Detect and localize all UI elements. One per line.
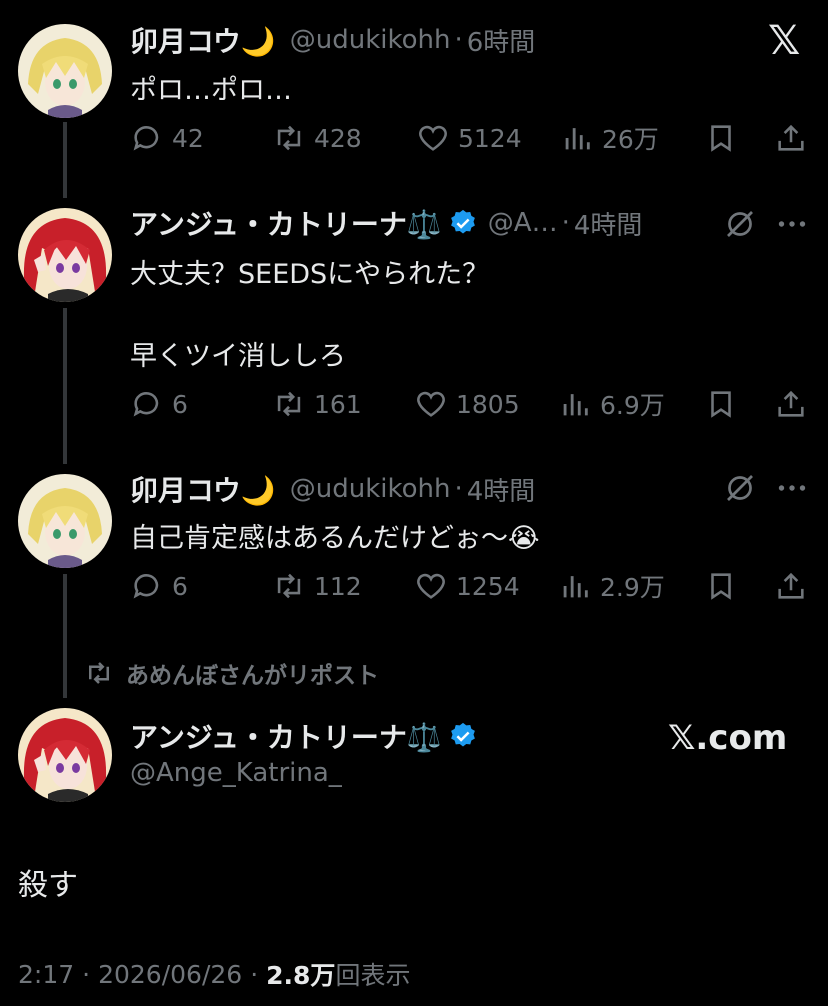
verified-badge-icon (450, 722, 475, 747)
views-button[interactable]: 26万 (560, 118, 659, 158)
timestamp[interactable]: 4時間 (574, 205, 643, 242)
verified-badge-icon (450, 209, 475, 234)
display-name[interactable]: 卯月コウ🌙 (130, 20, 276, 60)
tweet-header: 卯月コウ🌙 @udukikohh · 4時間 (130, 470, 535, 508)
action-bar: 6 161 1805 6.9万 (130, 384, 810, 424)
share-button[interactable] (774, 118, 816, 158)
like-count: 1805 (456, 389, 520, 419)
like-button[interactable]: 1254 (414, 566, 520, 606)
tweet-time[interactable]: 2:17 (18, 960, 74, 989)
tweet-text: 早くツイ消ししろ (130, 341, 346, 372)
repost-button[interactable]: 428 (272, 118, 362, 158)
views-icon (565, 128, 590, 150)
repost-notice-text: あめんぼさんがリポスト (126, 663, 379, 689)
x-logo[interactable]: 𝕏 (768, 18, 800, 64)
tweet-meta: 2:17 · 2026/06/26 · 2.8万 回表示 (18, 956, 410, 992)
separator: · (454, 25, 463, 55)
bookmark-button[interactable] (704, 566, 746, 606)
avatar[interactable] (18, 208, 112, 302)
main-tweet-text: 殺す (18, 868, 78, 903)
tweet-header: アンジュ・カトリーナ⚖️ @A… · 4時間 (130, 204, 642, 242)
like-icon (417, 391, 445, 417)
reply-count: 6 (172, 389, 188, 419)
reply-button[interactable]: 42 (130, 118, 204, 158)
share-button[interactable] (774, 566, 816, 606)
action-bar: 42 428 5124 26万 (130, 118, 810, 158)
display-name[interactable]: 卯月コウ🌙 (130, 469, 276, 509)
handle[interactable]: @udukikohh (290, 25, 451, 55)
like-icon (417, 573, 445, 599)
grok-icon[interactable] (722, 206, 758, 242)
handle[interactable]: @Ange_Katrina_ (130, 758, 342, 788)
view-count: 26万 (602, 125, 659, 154)
repost-icon (277, 125, 301, 151)
like-count: 1254 (456, 571, 520, 601)
share-icon (778, 124, 804, 151)
repost-button[interactable]: 112 (272, 566, 362, 606)
thread-line (63, 574, 67, 698)
like-button[interactable]: 1805 (414, 384, 520, 424)
reply-icon (133, 126, 159, 151)
thread-line (63, 122, 67, 198)
bookmark-icon (711, 391, 731, 418)
repost-icon (89, 662, 109, 684)
repost-notice[interactable]: あめんぼさんがリポスト (84, 656, 379, 690)
bookmark-icon (711, 125, 731, 152)
action-bar: 6 112 1254 2.9万 (130, 566, 810, 606)
reply-button[interactable]: 6 (130, 566, 188, 606)
repost-icon (277, 391, 301, 417)
separator: · (561, 208, 570, 238)
avatar[interactable] (18, 24, 112, 118)
separator: · (82, 959, 91, 989)
bookmark-button[interactable] (704, 118, 746, 158)
share-icon (778, 390, 804, 417)
avatar[interactable] (18, 474, 112, 568)
tweet-text: 自己肯定感はあるんだけどぉ〜😭 (130, 523, 540, 554)
handle[interactable]: @udukikohh (290, 474, 451, 504)
views-button[interactable]: 2.9万 (558, 566, 665, 606)
views-icon (563, 394, 588, 416)
like-count: 5124 (458, 123, 522, 153)
reply-icon (133, 392, 159, 417)
timestamp[interactable]: 6時間 (467, 22, 536, 59)
views-count: 2.8万 (266, 961, 336, 990)
bookmark-icon (711, 573, 731, 600)
timestamp[interactable]: 4時間 (467, 471, 536, 508)
views-button[interactable]: 6.9万 (558, 384, 665, 424)
main-tweet-header: アンジュ・カトリーナ⚖️ (130, 716, 478, 756)
reply-count: 6 (172, 571, 188, 601)
views-icon (563, 576, 588, 598)
handle[interactable]: @A… (488, 208, 558, 238)
repost-count: 112 (314, 571, 362, 601)
grok-icon[interactable] (722, 470, 758, 506)
tweet-text: 大丈夫？SEEDSにやられた？ (130, 259, 490, 290)
repost-count: 428 (314, 123, 362, 153)
display-name[interactable]: アンジュ・カトリーナ⚖️ (130, 716, 442, 756)
reply-button[interactable]: 6 (130, 384, 188, 424)
x-watermark: 𝕏.com (668, 718, 788, 758)
avatar[interactable] (18, 708, 112, 802)
tweet-text: ポロ…ポロ… (130, 75, 292, 106)
display-name[interactable]: アンジュ・カトリーナ⚖️ (130, 203, 442, 243)
share-icon (778, 572, 804, 599)
repost-count: 161 (314, 389, 362, 419)
share-button[interactable] (774, 384, 816, 424)
tweet-date[interactable]: 2026/06/26 (98, 960, 242, 989)
view-count: 6.9万 (600, 391, 665, 420)
tweet-header: 卯月コウ🌙 @udukikohh · 6時間 (130, 22, 535, 58)
more-icon[interactable] (774, 470, 810, 506)
more-icon[interactable] (774, 206, 810, 242)
repost-icon (277, 573, 301, 599)
reply-icon (133, 574, 159, 599)
thread-line (63, 308, 67, 464)
like-button[interactable]: 5124 (416, 118, 522, 158)
view-count: 2.9万 (600, 573, 665, 602)
separator: · (454, 474, 463, 504)
like-icon (419, 125, 447, 151)
repost-button[interactable]: 161 (272, 384, 362, 424)
separator: · (250, 959, 259, 989)
views-label: 回表示 (335, 961, 411, 990)
reply-count: 42 (172, 123, 204, 153)
bookmark-button[interactable] (704, 384, 746, 424)
